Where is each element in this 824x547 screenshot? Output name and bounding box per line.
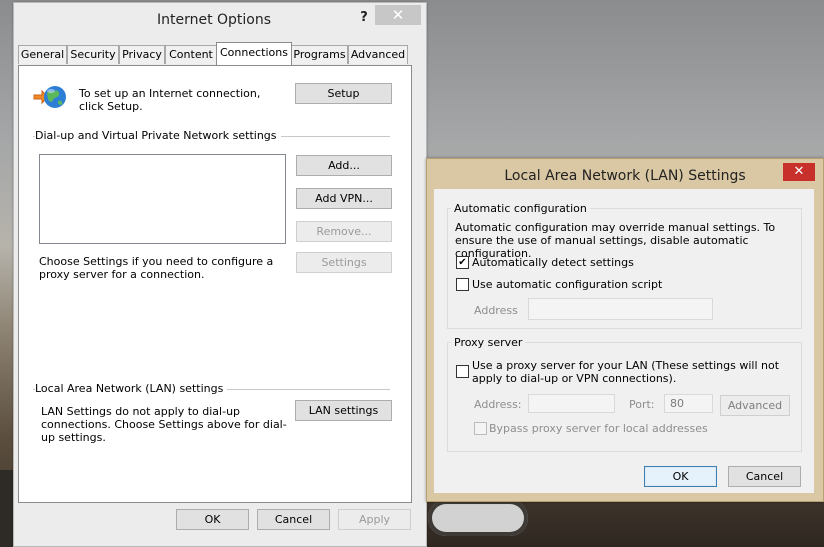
internet-globe-icon	[33, 86, 66, 108]
desktop-wallpaper-tire	[428, 500, 528, 536]
lan-dialog-title: Local Area Network (LAN) Settings	[504, 168, 746, 184]
setup-description: To set up an Internet connection, click …	[79, 87, 261, 113]
lan-settings-dialog: Local Area Network (LAN) Settings ✕ Auto…	[426, 158, 824, 502]
advanced-button[interactable]: Advanced	[720, 395, 790, 416]
internet-options-window: Internet Options ? ✕ General Security Pr…	[13, 2, 427, 547]
help-button[interactable]: ?	[352, 9, 376, 27]
proxy-server-label: Proxy server	[451, 336, 526, 349]
lan-dialog-body: Automatic configuration Automatic config…	[434, 189, 814, 493]
port-input[interactable]: 80	[664, 394, 713, 413]
auto-script-checkbox[interactable]	[456, 278, 469, 291]
lan-group-label: Local Area Network (LAN) settings	[35, 382, 228, 395]
auto-script-label[interactable]: Use automatic configuration script	[472, 278, 662, 291]
connections-panel: To set up an Internet connection, click …	[18, 65, 412, 503]
address-label: Address	[474, 304, 518, 317]
tab-connections[interactable]: Connections	[216, 42, 292, 65]
auto-config-description: Automatic configuration may override man…	[455, 221, 776, 260]
use-proxy-checkbox[interactable]	[456, 365, 469, 378]
lan-description: LAN Settings do not apply to dial-up con…	[41, 405, 287, 444]
apply-button[interactable]: Apply	[338, 509, 411, 530]
settings-button[interactable]: Settings	[296, 252, 392, 273]
setup-button[interactable]: Setup	[295, 83, 392, 104]
remove-button[interactable]: Remove...	[296, 221, 392, 242]
proxy-address-input[interactable]	[528, 394, 615, 413]
use-proxy-label[interactable]: Use a proxy server for your LAN (These s…	[472, 359, 792, 385]
proxy-address-label: Address:	[474, 398, 522, 411]
lan-settings-button[interactable]: LAN settings	[295, 400, 392, 421]
add-vpn-button[interactable]: Add VPN...	[296, 188, 392, 209]
tab-programs[interactable]: Programs	[291, 45, 348, 64]
cancel-button[interactable]: Cancel	[257, 509, 330, 530]
add-button[interactable]: Add...	[296, 155, 392, 176]
close-button[interactable]: ✕	[375, 5, 421, 25]
tab-general[interactable]: General	[18, 45, 67, 64]
bypass-checkbox[interactable]	[474, 422, 487, 435]
bypass-label[interactable]: Bypass proxy server for local addresses	[489, 422, 708, 435]
lan-close-button[interactable]: ✕	[783, 163, 815, 181]
internet-options-titlebar[interactable]: Internet Options ? ✕	[14, 3, 426, 37]
port-label: Port:	[629, 398, 655, 411]
ok-button[interactable]: OK	[176, 509, 249, 530]
lan-dialog-titlebar[interactable]: Local Area Network (LAN) Settings ✕	[427, 159, 823, 189]
auto-config-label: Automatic configuration	[451, 202, 590, 215]
dialup-group-label: Dial-up and Virtual Private Network sett…	[35, 129, 281, 142]
lan-cancel-button[interactable]: Cancel	[728, 466, 801, 487]
auto-detect-label[interactable]: Automatically detect settings	[472, 256, 634, 269]
proxy-settings-hint: Choose Settings if you need to configure…	[39, 255, 274, 281]
tab-privacy[interactable]: Privacy	[119, 45, 165, 64]
tab-advanced[interactable]: Advanced	[348, 45, 408, 64]
tab-content[interactable]: Content	[165, 45, 217, 64]
tab-security[interactable]: Security	[67, 45, 119, 64]
lan-ok-button[interactable]: OK	[644, 466, 717, 487]
connections-listbox[interactable]	[39, 154, 286, 244]
auto-detect-checkbox[interactable]: ✔	[456, 256, 469, 269]
address-input[interactable]	[528, 298, 713, 320]
